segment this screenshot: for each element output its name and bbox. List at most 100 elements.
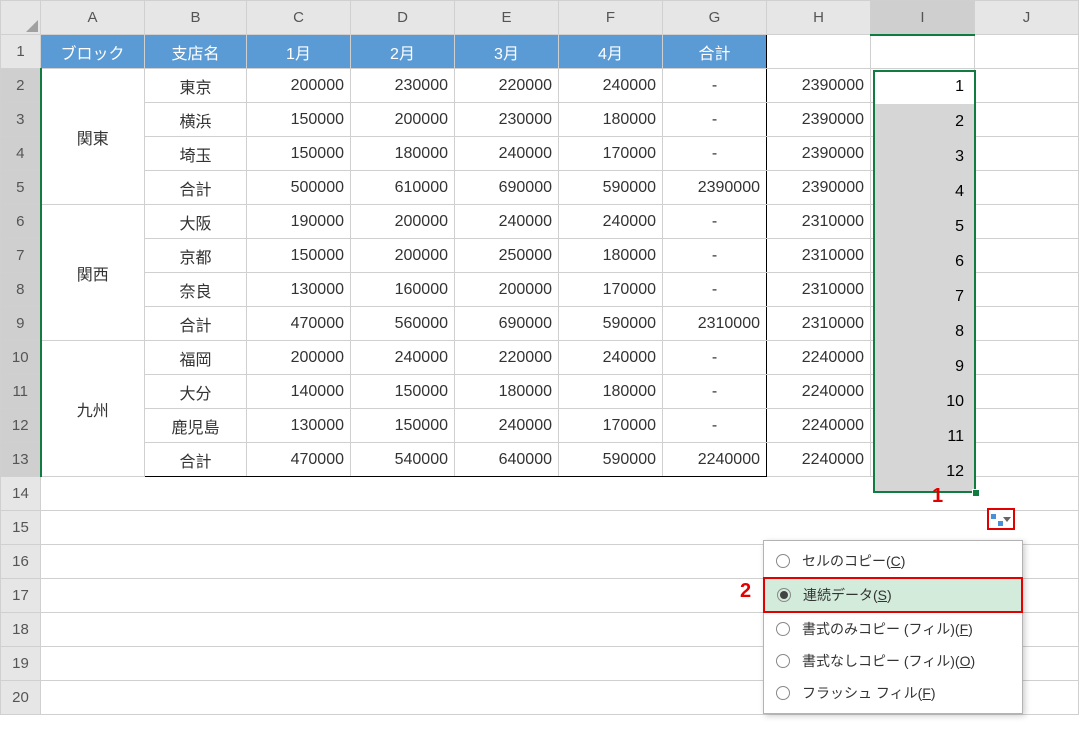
cell-C9[interactable]: 470000 [247, 307, 351, 341]
menu-item-copy-cells[interactable]: セルのコピー(C) [764, 545, 1022, 577]
cell-G3[interactable]: - [663, 103, 767, 137]
cell-H1[interactable] [767, 35, 871, 69]
cell-F11[interactable]: 180000 [559, 375, 663, 409]
row-header-14[interactable]: 14 [1, 477, 41, 511]
col-header-B[interactable]: B [145, 1, 247, 35]
cell-B6[interactable]: 大阪 [145, 205, 247, 239]
cell-G10[interactable]: - [663, 341, 767, 375]
cell-J5[interactable] [975, 171, 1079, 205]
cell-C5[interactable]: 500000 [247, 171, 351, 205]
col-header-F[interactable]: F [559, 1, 663, 35]
cell-E11[interactable]: 180000 [455, 375, 559, 409]
cell-C12[interactable]: 130000 [247, 409, 351, 443]
cell-G12[interactable]: - [663, 409, 767, 443]
cell-H13[interactable]: 2240000 [767, 443, 871, 477]
row-header-7[interactable]: 7 [1, 239, 41, 273]
cell-J11[interactable] [975, 375, 1079, 409]
cell-B8[interactable]: 奈良 [145, 273, 247, 307]
cell-D8[interactable]: 160000 [351, 273, 455, 307]
row-header-3[interactable]: 3 [1, 103, 41, 137]
cell-C7[interactable]: 150000 [247, 239, 351, 273]
row-header-17[interactable]: 17 [1, 579, 41, 613]
cell-B2[interactable]: 東京 [145, 69, 247, 103]
cell-J9[interactable] [975, 307, 1079, 341]
cell-C3[interactable]: 150000 [247, 103, 351, 137]
col-header-A[interactable]: A [41, 1, 145, 35]
cell-D4[interactable]: 180000 [351, 137, 455, 171]
row-header-19[interactable]: 19 [1, 647, 41, 681]
cell-J12[interactable] [975, 409, 1079, 443]
cell-F4[interactable]: 170000 [559, 137, 663, 171]
cell-G6[interactable]: - [663, 205, 767, 239]
cell-J13[interactable] [975, 443, 1079, 477]
cell-E12[interactable]: 240000 [455, 409, 559, 443]
cell-G11[interactable]: - [663, 375, 767, 409]
cell-J10[interactable] [975, 341, 1079, 375]
cell-D5[interactable]: 610000 [351, 171, 455, 205]
cell-G7[interactable]: - [663, 239, 767, 273]
cell-G5[interactable]: 2390000 [663, 171, 767, 205]
row-header-18[interactable]: 18 [1, 613, 41, 647]
fill-handle[interactable] [972, 489, 980, 497]
col-header-E[interactable]: E [455, 1, 559, 35]
cell-H12[interactable]: 2240000 [767, 409, 871, 443]
cell-G9[interactable]: 2310000 [663, 307, 767, 341]
cell-J3[interactable] [975, 103, 1079, 137]
cell-H5[interactable]: 2390000 [767, 171, 871, 205]
cell-F13[interactable]: 590000 [559, 443, 663, 477]
cell-F10[interactable]: 240000 [559, 341, 663, 375]
cell-B13[interactable]: 合計 [145, 443, 247, 477]
cell-E8[interactable]: 200000 [455, 273, 559, 307]
cell-B10[interactable]: 福岡 [145, 341, 247, 375]
cell-D6[interactable]: 200000 [351, 205, 455, 239]
cell-J2[interactable] [975, 69, 1079, 103]
cell-J1[interactable] [975, 35, 1079, 69]
cell-E6[interactable]: 240000 [455, 205, 559, 239]
cell-H11[interactable]: 2240000 [767, 375, 871, 409]
cell-C4[interactable]: 150000 [247, 137, 351, 171]
cell-B9[interactable]: 合計 [145, 307, 247, 341]
cell-E7[interactable]: 250000 [455, 239, 559, 273]
cell-G8[interactable]: - [663, 273, 767, 307]
col-header-C[interactable]: C [247, 1, 351, 35]
cell-E13[interactable]: 640000 [455, 443, 559, 477]
row-header-2[interactable]: 2 [1, 69, 41, 103]
cell-J8[interactable] [975, 273, 1079, 307]
cell-B5[interactable]: 合計 [145, 171, 247, 205]
cell-G4[interactable]: - [663, 137, 767, 171]
cell-D1[interactable]: 2月 [351, 35, 455, 69]
cell-E3[interactable]: 230000 [455, 103, 559, 137]
cell-F2[interactable]: 240000 [559, 69, 663, 103]
cell-H7[interactable]: 2310000 [767, 239, 871, 273]
cell-D10[interactable]: 240000 [351, 341, 455, 375]
cell-C11[interactable]: 140000 [247, 375, 351, 409]
cell-B3[interactable]: 横浜 [145, 103, 247, 137]
cell-E1[interactable]: 3月 [455, 35, 559, 69]
select-all-corner[interactable] [1, 1, 41, 35]
menu-item-fill-formatting[interactable]: 書式のみコピー (フィル)(F) [764, 613, 1022, 645]
cell-G2[interactable]: - [663, 69, 767, 103]
cell-C13[interactable]: 470000 [247, 443, 351, 477]
autofill-options-button[interactable] [987, 508, 1015, 530]
cell-H8[interactable]: 2310000 [767, 273, 871, 307]
row-header-6[interactable]: 6 [1, 205, 41, 239]
row-header-5[interactable]: 5 [1, 171, 41, 205]
cell-C1[interactable]: 1月 [247, 35, 351, 69]
row-header-20[interactable]: 20 [1, 681, 41, 715]
cell-H4[interactable]: 2390000 [767, 137, 871, 171]
col-header-J[interactable]: J [975, 1, 1079, 35]
row-header-16[interactable]: 16 [1, 545, 41, 579]
col-header-I[interactable]: I [871, 1, 975, 35]
cell-H2[interactable]: 2390000 [767, 69, 871, 103]
row-header-13[interactable]: 13 [1, 443, 41, 477]
cell-A1[interactable]: ブロック [41, 35, 145, 69]
cell-F3[interactable]: 180000 [559, 103, 663, 137]
cell-B7[interactable]: 京都 [145, 239, 247, 273]
row-header-9[interactable]: 9 [1, 307, 41, 341]
cell-C8[interactable]: 130000 [247, 273, 351, 307]
menu-item-flash-fill[interactable]: フラッシュ フィル(F) [764, 677, 1022, 709]
cell-E2[interactable]: 220000 [455, 69, 559, 103]
cell-J7[interactable] [975, 239, 1079, 273]
menu-item-fill-series[interactable]: 連続データ(S) [763, 577, 1023, 613]
cell-C10[interactable]: 200000 [247, 341, 351, 375]
